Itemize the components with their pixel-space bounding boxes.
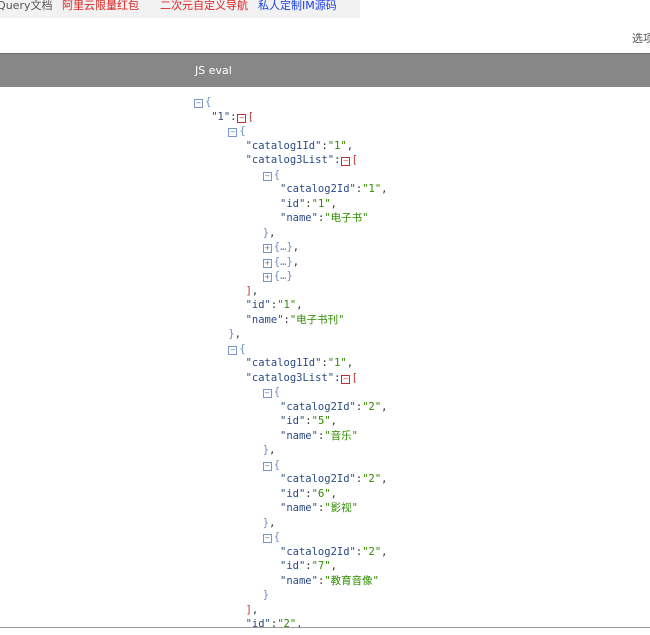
result-header: JS eval [0, 53, 650, 87]
collapse-toggle-icon[interactable]: + [262, 258, 272, 268]
json-line: } [262, 589, 270, 601]
json-line: "id":"1", [245, 299, 303, 311]
json-line: "name":"电子书刊" [245, 313, 345, 326]
json-line: + {…}, [262, 241, 300, 253]
collapse-toggle-icon[interactable]: − [228, 128, 238, 137]
collapse-toggle-icon[interactable]: − [262, 389, 272, 398]
array-toggle-icon[interactable]: − [341, 374, 351, 384]
json-line: −{ [228, 342, 246, 355]
json-line: "catalog2Id":"2", [280, 473, 388, 485]
json-line: }, [228, 328, 242, 340]
json-line: "1": −[ [211, 110, 254, 123]
json-line: + {…}, [262, 255, 300, 268]
json-line: ], [245, 603, 259, 616]
collapse-toggle-icon[interactable]: − [262, 461, 272, 471]
bookmark-bar: jQuery文档 阿里云限量红包 二次元自定义导航 私人定制IM源码 [0, 0, 360, 18]
collapse-toggle-icon[interactable]: − [262, 534, 272, 543]
collapse-toggle-icon[interactable]: + [262, 273, 272, 282]
array-toggle-icon[interactable]: − [341, 157, 351, 166]
bottom-divider [0, 627, 650, 628]
json-line: }, [262, 516, 276, 529]
collapse-toggle-icon[interactable]: + [262, 244, 272, 253]
json-line: }, [262, 226, 276, 239]
top-link-im-source[interactable]: 私人定制IM源码 [258, 0, 337, 13]
json-line: −{ [262, 386, 281, 398]
top-link-jquery-docs[interactable]: jQuery文档 [0, 0, 53, 13]
json-line: "name":"音乐" [280, 429, 358, 442]
json-line: "catalog1Id":"1", [245, 139, 354, 152]
json-line: −{ [228, 125, 246, 137]
json-line: "catalog3List": −[ [245, 371, 358, 384]
json-line: "id":"5", [280, 415, 337, 427]
json-line: + {…} [262, 270, 293, 282]
options-link[interactable]: 选项 [632, 30, 650, 46]
json-line: "catalog2Id":"2", [280, 400, 388, 413]
json-line: −{ [262, 458, 281, 471]
json-line: "id":"1", [280, 197, 337, 210]
json-line: "catalog1Id":"1", [245, 357, 354, 369]
json-line: −{ [262, 531, 281, 543]
json-line: "name":"影视" [280, 502, 358, 514]
json-line: "catalog3List": −[ [245, 154, 358, 166]
top-link-aliyun-coupon[interactable]: 阿里云限量红包 [62, 0, 139, 13]
json-line: "id":"2", [245, 618, 303, 627]
json-line: "catalog2Id":"2", [280, 545, 388, 558]
top-link-custom-nav[interactable]: 二次元自定义导航 [160, 0, 248, 13]
json-line: ], [245, 284, 259, 297]
json-line: −{ [262, 168, 281, 181]
json-line: "name":"教育音像" [280, 574, 379, 587]
collapse-toggle-icon[interactable]: − [262, 171, 272, 181]
header-title: JS eval [195, 64, 232, 77]
json-tree-view: −{ "1": −[ −{ "catalog1Id":"1", "catalog3List… [0, 95, 650, 627]
json-line: "id":"6", [280, 487, 337, 500]
json-line: }, [262, 444, 276, 456]
json-line: "name":"电子书" [280, 212, 369, 224]
array-toggle-icon[interactable]: − [237, 113, 247, 123]
json-line: −{ [194, 96, 212, 108]
json-line: "catalog2Id":"1", [280, 183, 388, 195]
collapse-toggle-icon[interactable]: − [228, 345, 238, 355]
json-line: "id":"7", [280, 560, 337, 572]
collapse-toggle-icon[interactable]: − [194, 99, 203, 108]
